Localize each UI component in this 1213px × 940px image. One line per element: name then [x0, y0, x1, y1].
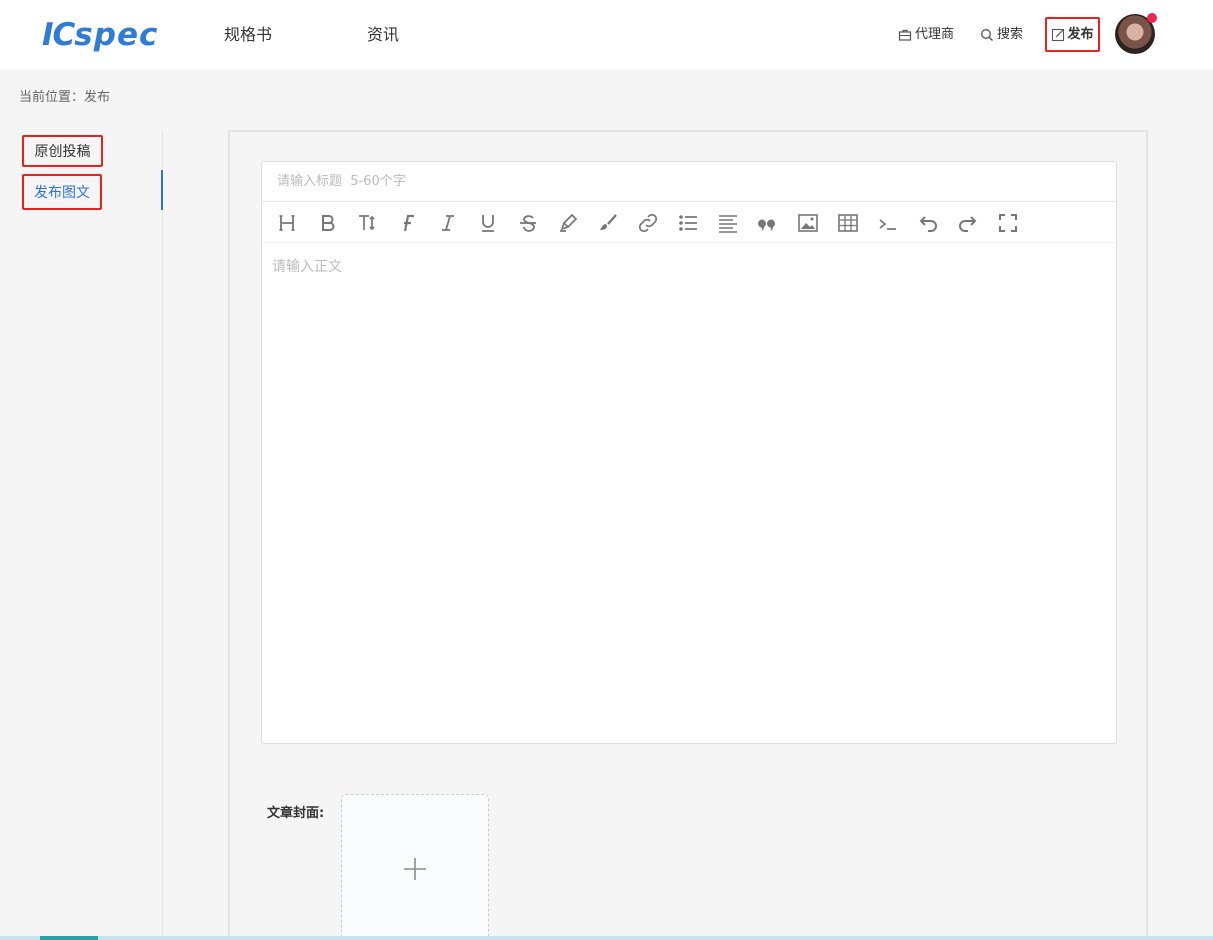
- cover-upload-button[interactable]: [341, 794, 489, 940]
- agent-link[interactable]: 代理商: [898, 25, 954, 45]
- title-input[interactable]: [262, 162, 1116, 202]
- quote-icon[interactable]: [748, 207, 788, 239]
- logo-spec-text: spec: [74, 17, 159, 53]
- brush-icon[interactable]: [588, 207, 628, 239]
- agent-label: 代理商: [915, 27, 955, 42]
- cover-label: 文章封面:: [267, 806, 325, 821]
- sidebar-item-original[interactable]: 原创投稿: [22, 135, 103, 167]
- image-icon[interactable]: [788, 207, 828, 239]
- italic-icon[interactable]: [428, 207, 468, 239]
- highlighter-icon[interactable]: [548, 207, 588, 239]
- bottom-scroll-strip: [0, 936, 1213, 940]
- bottom-strip-segment: [40, 936, 98, 940]
- text-size-icon[interactable]: [348, 207, 388, 239]
- fullscreen-icon[interactable]: [988, 207, 1028, 239]
- list-icon[interactable]: [668, 207, 708, 239]
- redo-icon[interactable]: [948, 207, 988, 239]
- align-icon[interactable]: [708, 207, 748, 239]
- top-header: ICspec 规格书 资讯 代理商 搜索 发布: [0, 0, 1213, 69]
- nav-specs[interactable]: 规格书: [224, 24, 272, 46]
- logo[interactable]: ICspec: [42, 17, 158, 53]
- bold-icon[interactable]: [308, 207, 348, 239]
- editor: 请输入正文: [261, 161, 1117, 744]
- body-placeholder: 请输入正文: [272, 259, 342, 275]
- notification-dot: [1147, 13, 1157, 23]
- sidebar-divider: [162, 131, 163, 940]
- editor-toolbar: [262, 203, 1116, 243]
- edit-icon: [1052, 28, 1065, 41]
- heading-icon[interactable]: [268, 207, 308, 239]
- font-icon[interactable]: [388, 207, 428, 239]
- search-icon: [981, 29, 993, 41]
- nav-news[interactable]: 资讯: [367, 24, 399, 46]
- breadcrumb: 当前位置：发布: [19, 90, 111, 105]
- search-link[interactable]: 搜索: [980, 25, 1023, 45]
- underline-icon[interactable]: [468, 207, 508, 239]
- publish-button[interactable]: 发布: [1045, 17, 1100, 52]
- sidebar-item-publish-article[interactable]: 发布图文: [22, 174, 102, 210]
- search-label: 搜索: [997, 27, 1024, 42]
- code-icon[interactable]: [868, 207, 908, 239]
- body-textarea[interactable]: 请输入正文: [262, 244, 1116, 743]
- sidebar-active-indicator: [161, 170, 163, 210]
- plus-icon: [404, 858, 426, 880]
- briefcase-icon: [898, 29, 912, 41]
- logo-ic-text: IC: [42, 17, 75, 53]
- publish-panel: 请输入正文 文章封面:: [228, 130, 1148, 940]
- publish-label: 发布: [1067, 26, 1094, 42]
- undo-icon[interactable]: [908, 207, 948, 239]
- table-icon[interactable]: [828, 207, 868, 239]
- strikethrough-icon[interactable]: [508, 207, 548, 239]
- link-icon[interactable]: [628, 207, 668, 239]
